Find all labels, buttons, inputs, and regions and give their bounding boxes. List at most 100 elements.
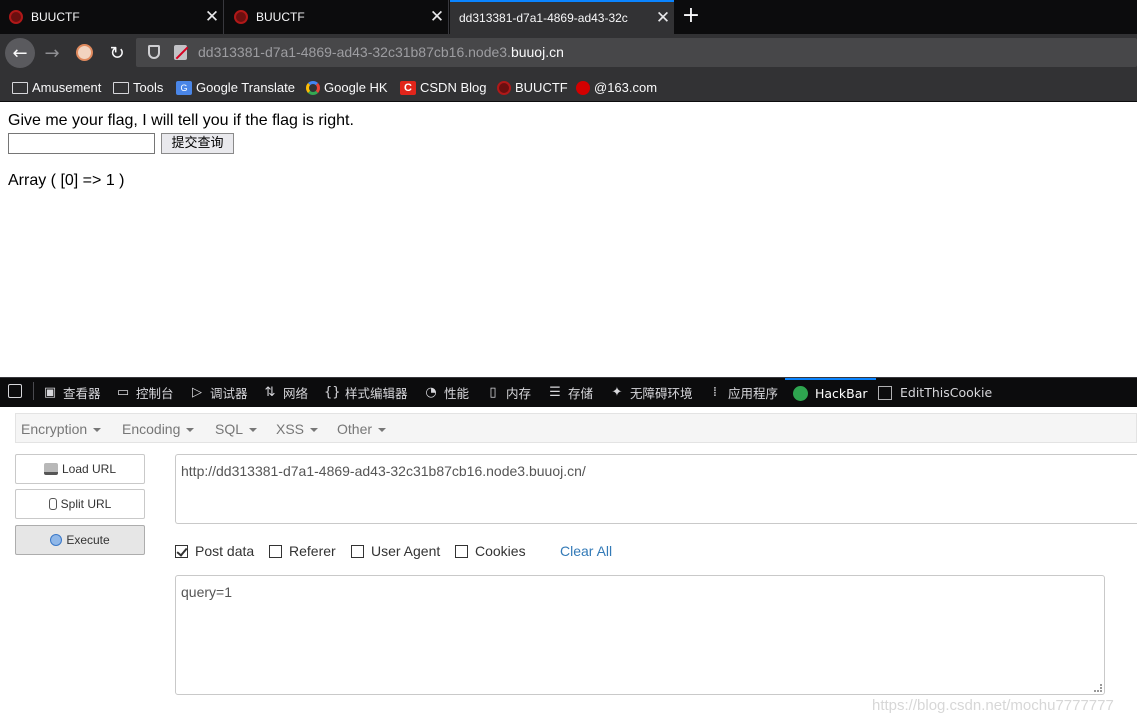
checkbox-unchecked[interactable] bbox=[455, 544, 468, 558]
toolbar-divider bbox=[33, 382, 34, 400]
bookmark-google-hk[interactable]: Google HK bbox=[306, 80, 388, 95]
tab-console[interactable]: ▭ 控制台 bbox=[115, 378, 174, 407]
bookmark-csdn-blog[interactable]: C CSDN Blog bbox=[400, 80, 486, 95]
bookmark-tools[interactable]: Tools bbox=[113, 80, 163, 95]
tab-debugger[interactable]: ▷ 调试器 bbox=[189, 378, 248, 407]
load-url-icon bbox=[43, 463, 58, 475]
bookmark-label: @163.com bbox=[594, 80, 658, 95]
bookmark-label: BUUCTF bbox=[515, 80, 568, 95]
watermark: https://blog.csdn.net/mochu7777777 bbox=[872, 697, 1114, 714]
split-url-button[interactable]: Split URL bbox=[15, 489, 145, 519]
close-tab-icon[interactable]: ✕ bbox=[652, 8, 674, 28]
browser-tab[interactable]: BUUCTF ✕ bbox=[225, 0, 449, 34]
menu-label: Encoding bbox=[122, 421, 181, 437]
option-label: User Agent bbox=[371, 543, 441, 559]
checkbox-checked[interactable] bbox=[175, 544, 188, 558]
tab-bar: BUUCTF ✕ BUUCTF ✕ dd313381-d7a1-4869-ad4… bbox=[0, 0, 1137, 34]
tab-title: BUUCTF bbox=[31, 10, 80, 24]
network-icon: ⇅ bbox=[264, 385, 276, 400]
tab-editthiscookie[interactable]: EditThisCookie bbox=[878, 378, 992, 407]
menu-label: Encryption bbox=[21, 421, 88, 437]
tab-storage[interactable]: ☰ 存储 bbox=[547, 378, 593, 407]
option-label: Cookies bbox=[475, 543, 526, 559]
post-data-textarea[interactable]: query=1 bbox=[175, 575, 1105, 695]
browser-tab[interactable]: BUUCTF ✕ bbox=[0, 0, 224, 34]
bookmark-163-mail[interactable]: @163.com bbox=[576, 80, 657, 95]
flag-input[interactable] bbox=[8, 133, 155, 154]
reload-icon[interactable]: ↻ bbox=[102, 38, 132, 68]
back-arrow-icon[interactable]: ← bbox=[5, 38, 35, 68]
close-tab-icon[interactable]: ✕ bbox=[201, 7, 223, 27]
storage-icon: ☰ bbox=[549, 385, 561, 400]
cookies-checkbox[interactable]: Cookies bbox=[455, 543, 526, 559]
menu-xss[interactable]: XSS bbox=[276, 421, 319, 437]
tracking-shield-icon[interactable] bbox=[148, 45, 160, 59]
folder-icon bbox=[12, 81, 28, 94]
close-tab-icon[interactable]: ✕ bbox=[426, 7, 448, 27]
load-url-button[interactable]: Load URL bbox=[15, 454, 145, 484]
profile-avatar-icon[interactable] bbox=[76, 44, 93, 61]
accessibility-icon: ✦ bbox=[611, 385, 623, 400]
buuctf-favicon-icon bbox=[9, 10, 23, 24]
insecure-lock-icon[interactable] bbox=[174, 45, 187, 60]
query-result: Array ( [0] => 1 ) bbox=[8, 172, 125, 189]
resize-grip-icon[interactable] bbox=[1094, 684, 1102, 692]
referer-checkbox[interactable]: Referer bbox=[269, 543, 336, 559]
tab-application[interactable]: ⁞ 应用程序 bbox=[707, 378, 778, 407]
debugger-icon: ▷ bbox=[192, 385, 202, 400]
devtools-tab-label: EditThisCookie bbox=[900, 385, 993, 400]
forward-arrow-icon[interactable]: → bbox=[37, 38, 67, 68]
tab-network[interactable]: ⇅ 网络 bbox=[262, 378, 308, 407]
caret-down-icon bbox=[186, 428, 195, 433]
option-label: Post data bbox=[195, 543, 255, 559]
tab-title: BUUCTF bbox=[256, 10, 305, 24]
address-url[interactable]: dd313381-d7a1-4869-ad43-32c31b87cb16.nod… bbox=[198, 44, 564, 60]
application-icon: ⁞ bbox=[712, 385, 718, 400]
checkbox-unchecked[interactable] bbox=[351, 544, 364, 558]
tab-performance[interactable]: ◔ 性能 bbox=[423, 378, 469, 407]
menu-other[interactable]: Other bbox=[337, 421, 387, 437]
tab-style-editor[interactable]: {} 样式编辑器 bbox=[324, 378, 408, 407]
style-editor-icon: {} bbox=[324, 385, 341, 400]
caret-down-icon bbox=[310, 428, 319, 433]
bookmark-label: Amusement bbox=[32, 80, 102, 95]
performance-icon: ◔ bbox=[425, 385, 437, 400]
tab-inspector[interactable]: ▣ 查看器 bbox=[42, 378, 101, 407]
post-data-checkbox[interactable]: Post data bbox=[175, 543, 254, 559]
inspector-icon: ▣ bbox=[43, 385, 57, 400]
menu-sql[interactable]: SQL bbox=[215, 421, 258, 437]
url-host: buuoj.cn bbox=[510, 44, 564, 60]
menu-label: Other bbox=[337, 421, 373, 437]
netease-mail-icon bbox=[576, 80, 590, 95]
devtools-tab-label: 查看器 bbox=[63, 386, 101, 401]
google-translate-icon: G bbox=[176, 80, 192, 95]
submit-query-button[interactable]: 提交查询 bbox=[161, 133, 234, 154]
user-agent-checkbox[interactable]: User Agent bbox=[351, 543, 440, 559]
hackbar-menu: Encryption Encoding SQL XSS Other bbox=[15, 413, 1137, 443]
url-textarea[interactable]: http://dd313381-d7a1-4869-ad43-32c31b87c… bbox=[175, 454, 1137, 524]
tab-hackbar[interactable]: HackBar bbox=[785, 378, 876, 407]
bookmark-google-translate[interactable]: G Google Translate bbox=[176, 80, 295, 95]
bookmark-label: Google Translate bbox=[196, 80, 296, 95]
menu-label: XSS bbox=[276, 421, 305, 437]
devtools-toolbar: ▣ 查看器 ▭ 控制台 ▷ 调试器 ⇅ 网络 {} 样式编辑器 ◔ 性能 ▯ 内存 ☰ 存储 ✦… bbox=[0, 377, 1137, 407]
checkbox-unchecked[interactable] bbox=[269, 544, 282, 558]
bookmark-amusement[interactable]: Amusement bbox=[12, 80, 101, 95]
clear-all-link[interactable]: Clear All bbox=[560, 543, 612, 559]
tab-accessibility[interactable]: ✦ 无障碍环境 bbox=[609, 378, 693, 407]
execute-icon bbox=[50, 534, 63, 546]
hackbar-icon bbox=[793, 386, 808, 401]
tab-memory[interactable]: ▯ 内存 bbox=[485, 378, 531, 407]
browser-tab-active[interactable]: dd313381-d7a1-4869-ad43-32c ✕ bbox=[450, 0, 674, 34]
button-label: Execute bbox=[66, 533, 110, 547]
bookmark-buuctf[interactable]: BUUCTF bbox=[497, 80, 568, 95]
hackbar-panel: Encryption Encoding SQL XSS Other Load U… bbox=[0, 407, 1137, 723]
caret-down-icon bbox=[93, 428, 102, 433]
new-tab-icon[interactable]: + bbox=[680, 4, 702, 28]
button-label: Split URL bbox=[60, 497, 112, 511]
memory-icon: ▯ bbox=[489, 385, 497, 400]
element-picker-icon[interactable] bbox=[8, 384, 22, 398]
menu-encryption[interactable]: Encryption bbox=[21, 421, 102, 437]
execute-button[interactable]: Execute bbox=[15, 525, 145, 555]
menu-encoding[interactable]: Encoding bbox=[122, 421, 195, 437]
